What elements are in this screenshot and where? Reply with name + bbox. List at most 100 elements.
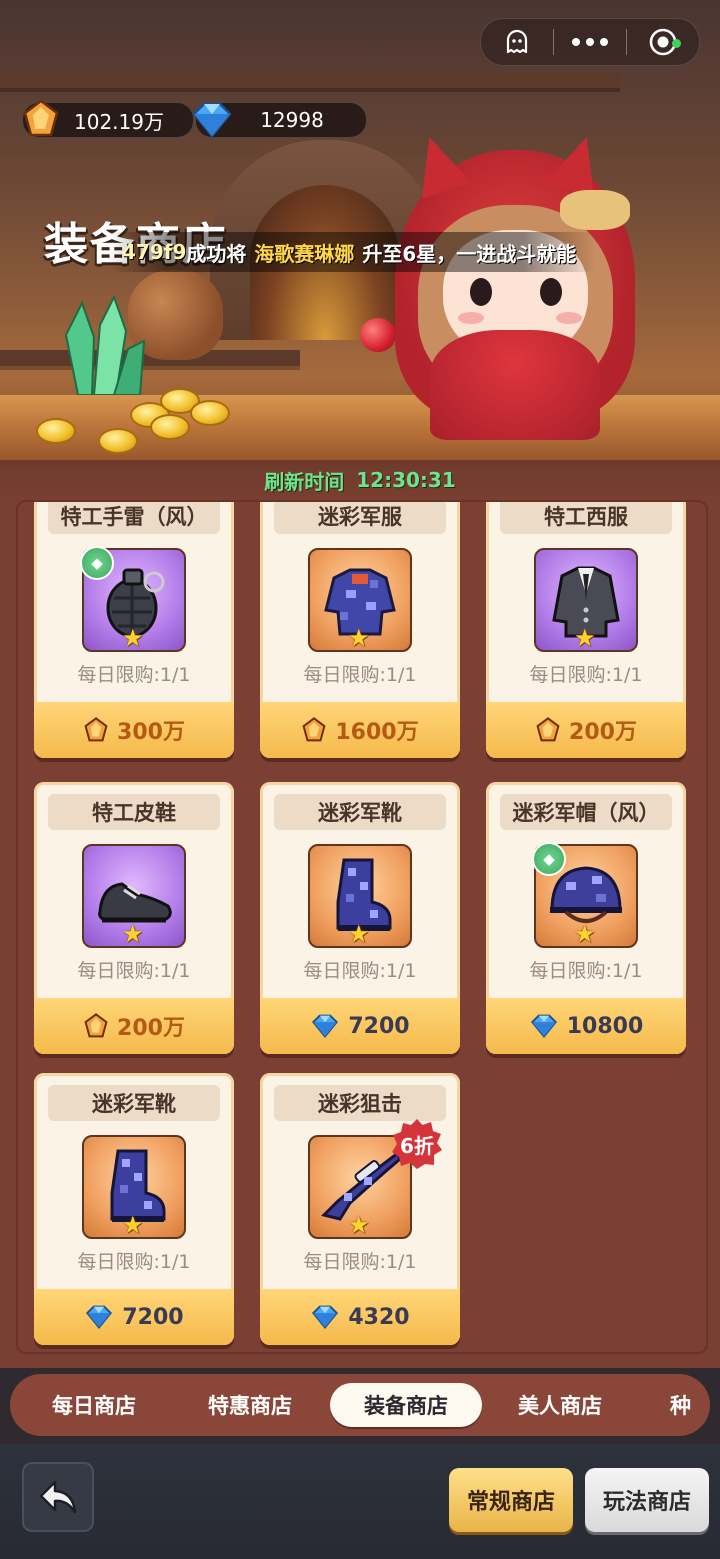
- wind-element-badge: ◆: [80, 546, 114, 580]
- purchase-limit: 每日限购:1/1: [529, 960, 643, 982]
- item-icon-frame: ★: [82, 844, 186, 948]
- bottom-bar: 常规商店 玩法商店: [0, 1444, 720, 1559]
- ghost-button[interactable]: [481, 19, 553, 65]
- gold-coin: [36, 418, 76, 444]
- shop-item-card[interactable]: 特工西服 ★ 每日限购:1/1 200万: [486, 502, 686, 758]
- gold-crystal-icon: [536, 717, 560, 742]
- blue-gem-icon: [312, 1014, 339, 1038]
- item-name: 迷彩军服: [274, 502, 446, 534]
- character-body: [430, 330, 600, 440]
- notice-text: 升至6星，一进战斗就能: [362, 241, 577, 266]
- item-price: 300万: [117, 720, 185, 745]
- gold-coin: [190, 400, 230, 426]
- buy-button[interactable]: 1600万: [260, 702, 460, 758]
- buy-button[interactable]: 200万: [34, 998, 234, 1054]
- item-icon-frame: ★: [308, 844, 412, 948]
- tab-more[interactable]: 种: [638, 1383, 710, 1427]
- shop-item-card[interactable]: 特工手雷（风） ◆ ★ 每日限购:1/1 300万: [34, 502, 234, 758]
- star-icon: ★: [574, 624, 596, 652]
- broadcast-notice: 479f9 成功将 海歌赛琳娜 升至6星，一进战斗就能: [110, 232, 597, 272]
- item-name: 特工皮鞋: [48, 794, 220, 830]
- item-name: 迷彩狙击: [274, 1085, 446, 1121]
- refresh-time: 12:30:31: [356, 468, 456, 492]
- star-icon: ★: [574, 920, 596, 948]
- purchase-limit: 每日限购:1/1: [77, 664, 191, 686]
- blue-gem-icon: [530, 1014, 557, 1038]
- back-arrow-icon: [39, 1480, 77, 1514]
- item-icon-frame: ◆ ★: [80, 546, 186, 652]
- purchase-limit: 每日限购:1/1: [529, 664, 643, 686]
- star-icon: ★: [122, 920, 144, 948]
- shop-item-card[interactable]: 迷彩军靴 ★ 每日限购:1/1 7200: [34, 1073, 234, 1345]
- wind-element-badge: ◆: [532, 842, 566, 876]
- gold-currency: 102.19万: [22, 99, 194, 138]
- purchase-limit: 每日限购:1/1: [303, 664, 417, 686]
- gem-currency: 12998: [192, 102, 367, 138]
- notice-hero: 海歌赛琳娜: [254, 241, 355, 266]
- character-blush: [556, 312, 582, 324]
- star-icon: ★: [348, 920, 370, 948]
- buy-button[interactable]: 10800: [486, 998, 686, 1054]
- star-icon: ★: [122, 624, 144, 652]
- purchase-limit: 每日限购:1/1: [77, 1251, 191, 1273]
- shop-item-card[interactable]: 特工皮鞋 ★ 每日限购:1/1 200万: [34, 782, 234, 1054]
- item-price: 200万: [569, 720, 637, 745]
- item-price: 7200: [348, 1013, 410, 1039]
- shop-item-card[interactable]: 迷彩狙击 ★ 6折 每日限购:1/1 4320: [260, 1073, 460, 1345]
- item-icon-frame: ◆ ★: [532, 842, 638, 948]
- character-eye: [540, 278, 562, 306]
- buy-button[interactable]: 7200: [260, 998, 460, 1054]
- blue-gem-icon: [312, 1305, 339, 1329]
- gem-amount: 12998: [260, 108, 324, 132]
- more-button[interactable]: [554, 19, 626, 65]
- regular-shop-button[interactable]: 常规商店: [449, 1468, 573, 1532]
- item-price: 4320: [348, 1304, 410, 1330]
- item-icon-frame: ★: [308, 548, 412, 652]
- item-icon-frame: ★: [534, 548, 638, 652]
- refresh-label: 刷新时间: [264, 469, 345, 494]
- hair-bow: [560, 190, 630, 230]
- gold-coin: [98, 428, 138, 454]
- item-price: 10800: [566, 1013, 644, 1039]
- refresh-timer: 刷新时间 12:30:31: [0, 460, 720, 500]
- item-name: 迷彩军靴: [274, 794, 446, 830]
- play-shop-button[interactable]: 玩法商店: [585, 1468, 709, 1532]
- item-name: 特工西服: [500, 502, 672, 534]
- tab-special-offer-shop[interactable]: 特惠商店: [174, 1383, 326, 1427]
- item-name: 迷彩军帽（风）: [500, 794, 672, 830]
- back-button[interactable]: [22, 1462, 94, 1532]
- buy-button[interactable]: 4320: [260, 1289, 460, 1345]
- more-dots-icon: [572, 38, 608, 46]
- gold-crystal-icon: [23, 99, 59, 137]
- star-icon: ★: [348, 1211, 370, 1239]
- miniprogram-capsule: [480, 18, 700, 66]
- tab-equipment-shop[interactable]: 装备商店: [330, 1383, 482, 1427]
- buy-button[interactable]: 300万: [34, 702, 234, 758]
- star-icon: ★: [348, 624, 370, 652]
- ghost-icon: [506, 29, 528, 54]
- shop-tab-strip: 每日商店 特惠商店 装备商店 美人商店 种: [0, 1368, 720, 1444]
- tab-daily-shop[interactable]: 每日商店: [18, 1383, 170, 1427]
- shop-item-card[interactable]: 迷彩军靴 ★ 每日限购:1/1 7200: [260, 782, 460, 1054]
- tab-beauty-shop[interactable]: 美人商店: [484, 1383, 636, 1427]
- gold-coin: [150, 414, 190, 440]
- item-price: 200万: [117, 1016, 185, 1041]
- shelf: [0, 72, 620, 88]
- buy-button[interactable]: 200万: [486, 702, 686, 758]
- blue-gem-icon: [86, 1305, 113, 1329]
- shop-item-card[interactable]: 迷彩军服 ★ 每日限购:1/1 1600万: [260, 502, 460, 758]
- close-miniprogram-button[interactable]: [627, 19, 699, 65]
- character-eye: [470, 278, 492, 306]
- gold-crystal-icon: [302, 717, 326, 742]
- star-icon: ★: [122, 1211, 144, 1239]
- gold-crystal-icon: [84, 717, 108, 742]
- buy-button[interactable]: 7200: [34, 1289, 234, 1345]
- apple-icon: [360, 318, 396, 352]
- notice-text: 成功将: [186, 241, 247, 266]
- online-indicator: [672, 39, 681, 48]
- gold-amount: 102.19万: [74, 109, 164, 134]
- green-crystal-icon: [64, 295, 146, 396]
- purchase-limit: 每日限购:1/1: [77, 960, 191, 982]
- item-name: 迷彩军靴: [48, 1085, 220, 1121]
- shop-item-card[interactable]: 迷彩军帽（风） ◆ ★ 每日限购:1/1 10800: [486, 782, 686, 1054]
